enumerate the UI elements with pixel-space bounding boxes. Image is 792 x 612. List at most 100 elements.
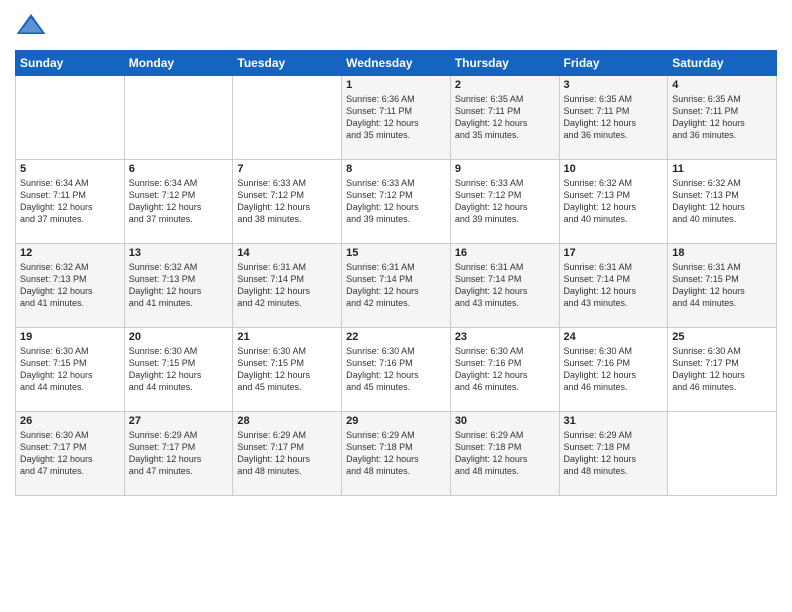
day-info: Sunrise: 6:31 AM Sunset: 7:14 PM Dayligh…	[237, 261, 337, 310]
day-info: Sunrise: 6:31 AM Sunset: 7:15 PM Dayligh…	[672, 261, 772, 310]
day-number: 26	[20, 415, 120, 427]
page: SundayMondayTuesdayWednesdayThursdayFrid…	[0, 0, 792, 612]
day-number: 8	[346, 163, 446, 175]
day-number: 16	[455, 247, 555, 259]
week-row-3: 12 Sunrise: 6:32 AM Sunset: 7:13 PM Dayli…	[16, 244, 777, 328]
day-info: Sunrise: 6:30 AM Sunset: 7:15 PM Dayligh…	[129, 345, 229, 394]
day-cell: 26 Sunrise: 6:30 AM Sunset: 7:17 PM Dayli…	[16, 412, 125, 496]
day-info: Sunrise: 6:30 AM Sunset: 7:16 PM Dayligh…	[455, 345, 555, 394]
day-number: 13	[129, 247, 229, 259]
week-row-5: 26 Sunrise: 6:30 AM Sunset: 7:17 PM Dayli…	[16, 412, 777, 496]
day-cell: 23 Sunrise: 6:30 AM Sunset: 7:16 PM Dayli…	[450, 328, 559, 412]
day-info: Sunrise: 6:29 AM Sunset: 7:17 PM Dayligh…	[129, 429, 229, 478]
week-row-2: 5Sunrise: 6:34 AM Sunset: 7:11 PM Daylig…	[16, 160, 777, 244]
day-number: 9	[455, 163, 555, 175]
day-cell	[668, 412, 777, 496]
day-cell: 24 Sunrise: 6:30 AM Sunset: 7:16 PM Dayli…	[559, 328, 668, 412]
day-number: 19	[20, 331, 120, 343]
day-info: Sunrise: 6:29 AM Sunset: 7:18 PM Dayligh…	[455, 429, 555, 478]
day-info: Sunrise: 6:35 AM Sunset: 7:11 PM Dayligh…	[455, 93, 555, 142]
day-number: 10	[564, 163, 664, 175]
day-cell: 2 Sunrise: 6:35 AM Sunset: 7:11 PM Daylig…	[450, 76, 559, 160]
day-number: 25	[672, 331, 772, 343]
day-info: Sunrise: 6:36 AM Sunset: 7:11 PM Dayligh…	[346, 93, 446, 142]
logo	[15, 10, 51, 42]
header-cell-monday: Monday	[124, 51, 233, 76]
day-number: 21	[237, 331, 337, 343]
day-cell: 6Sunrise: 6:34 AM Sunset: 7:12 PM Daylig…	[124, 160, 233, 244]
day-cell: 1Sunrise: 6:36 AM Sunset: 7:11 PM Daylig…	[342, 76, 451, 160]
day-info: Sunrise: 6:33 AM Sunset: 7:12 PM Dayligh…	[237, 177, 337, 226]
day-cell: 14 Sunrise: 6:31 AM Sunset: 7:14 PM Dayli…	[233, 244, 342, 328]
day-cell: 8 Sunrise: 6:33 AM Sunset: 7:12 PM Daylig…	[342, 160, 451, 244]
day-number: 2	[455, 79, 555, 91]
day-number: 31	[564, 415, 664, 427]
day-number: 23	[455, 331, 555, 343]
day-number: 6	[129, 163, 229, 175]
day-cell: 11 Sunrise: 6:32 AM Sunset: 7:13 PM Dayli…	[668, 160, 777, 244]
day-cell: 20 Sunrise: 6:30 AM Sunset: 7:15 PM Dayli…	[124, 328, 233, 412]
day-info: Sunrise: 6:30 AM Sunset: 7:17 PM Dayligh…	[20, 429, 120, 478]
calendar-body: 1Sunrise: 6:36 AM Sunset: 7:11 PM Daylig…	[16, 76, 777, 496]
day-number: 15	[346, 247, 446, 259]
header-cell-sunday: Sunday	[16, 51, 125, 76]
header	[15, 10, 777, 42]
day-cell: 16 Sunrise: 6:31 AM Sunset: 7:14 PM Dayli…	[450, 244, 559, 328]
day-info: Sunrise: 6:31 AM Sunset: 7:14 PM Dayligh…	[564, 261, 664, 310]
day-info: Sunrise: 6:32 AM Sunset: 7:13 PM Dayligh…	[20, 261, 120, 310]
day-info: Sunrise: 6:30 AM Sunset: 7:15 PM Dayligh…	[20, 345, 120, 394]
day-number: 4	[672, 79, 772, 91]
day-info: Sunrise: 6:29 AM Sunset: 7:18 PM Dayligh…	[346, 429, 446, 478]
day-cell: 7 Sunrise: 6:33 AM Sunset: 7:12 PM Daylig…	[233, 160, 342, 244]
day-info: Sunrise: 6:32 AM Sunset: 7:13 PM Dayligh…	[672, 177, 772, 226]
day-cell: 25 Sunrise: 6:30 AM Sunset: 7:17 PM Dayli…	[668, 328, 777, 412]
day-info: Sunrise: 6:29 AM Sunset: 7:18 PM Dayligh…	[564, 429, 664, 478]
day-number: 11	[672, 163, 772, 175]
day-info: Sunrise: 6:30 AM Sunset: 7:16 PM Dayligh…	[346, 345, 446, 394]
day-cell	[16, 76, 125, 160]
day-number: 29	[346, 415, 446, 427]
header-cell-tuesday: Tuesday	[233, 51, 342, 76]
day-cell: 29 Sunrise: 6:29 AM Sunset: 7:18 PM Dayli…	[342, 412, 451, 496]
day-number: 12	[20, 247, 120, 259]
header-cell-friday: Friday	[559, 51, 668, 76]
day-info: Sunrise: 6:34 AM Sunset: 7:11 PM Dayligh…	[20, 177, 120, 226]
day-number: 7	[237, 163, 337, 175]
header-row: SundayMondayTuesdayWednesdayThursdayFrid…	[16, 51, 777, 76]
day-info: Sunrise: 6:35 AM Sunset: 7:11 PM Dayligh…	[564, 93, 664, 142]
day-cell: 12 Sunrise: 6:32 AM Sunset: 7:13 PM Dayli…	[16, 244, 125, 328]
week-row-4: 19 Sunrise: 6:30 AM Sunset: 7:15 PM Dayli…	[16, 328, 777, 412]
day-cell: 4 Sunrise: 6:35 AM Sunset: 7:11 PM Daylig…	[668, 76, 777, 160]
day-number: 18	[672, 247, 772, 259]
day-info: Sunrise: 6:30 AM Sunset: 7:15 PM Dayligh…	[237, 345, 337, 394]
day-cell: 3 Sunrise: 6:35 AM Sunset: 7:11 PM Daylig…	[559, 76, 668, 160]
day-number: 17	[564, 247, 664, 259]
day-number: 20	[129, 331, 229, 343]
day-info: Sunrise: 6:33 AM Sunset: 7:12 PM Dayligh…	[346, 177, 446, 226]
day-number: 27	[129, 415, 229, 427]
day-info: Sunrise: 6:30 AM Sunset: 7:17 PM Dayligh…	[672, 345, 772, 394]
day-info: Sunrise: 6:35 AM Sunset: 7:11 PM Dayligh…	[672, 93, 772, 142]
day-number: 3	[564, 79, 664, 91]
day-info: Sunrise: 6:33 AM Sunset: 7:12 PM Dayligh…	[455, 177, 555, 226]
day-info: Sunrise: 6:31 AM Sunset: 7:14 PM Dayligh…	[346, 261, 446, 310]
day-number: 30	[455, 415, 555, 427]
day-number: 14	[237, 247, 337, 259]
week-row-1: 1Sunrise: 6:36 AM Sunset: 7:11 PM Daylig…	[16, 76, 777, 160]
logo-icon	[15, 10, 47, 42]
day-cell: 17 Sunrise: 6:31 AM Sunset: 7:14 PM Dayli…	[559, 244, 668, 328]
day-cell: 19 Sunrise: 6:30 AM Sunset: 7:15 PM Dayli…	[16, 328, 125, 412]
calendar-header: SundayMondayTuesdayWednesdayThursdayFrid…	[16, 51, 777, 76]
day-number: 22	[346, 331, 446, 343]
header-cell-thursday: Thursday	[450, 51, 559, 76]
day-cell: 28Sunrise: 6:29 AM Sunset: 7:17 PM Dayli…	[233, 412, 342, 496]
calendar-table: SundayMondayTuesdayWednesdayThursdayFrid…	[15, 50, 777, 496]
day-number: 28	[237, 415, 337, 427]
day-number: 24	[564, 331, 664, 343]
day-info: Sunrise: 6:30 AM Sunset: 7:16 PM Dayligh…	[564, 345, 664, 394]
day-cell: 31 Sunrise: 6:29 AM Sunset: 7:18 PM Dayli…	[559, 412, 668, 496]
day-cell: 21 Sunrise: 6:30 AM Sunset: 7:15 PM Dayli…	[233, 328, 342, 412]
header-cell-wednesday: Wednesday	[342, 51, 451, 76]
day-cell: 13Sunrise: 6:32 AM Sunset: 7:13 PM Dayli…	[124, 244, 233, 328]
day-info: Sunrise: 6:31 AM Sunset: 7:14 PM Dayligh…	[455, 261, 555, 310]
